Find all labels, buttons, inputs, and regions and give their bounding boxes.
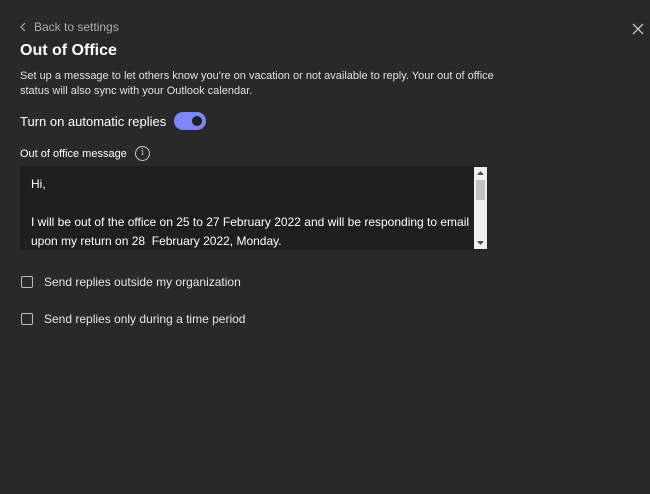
send-time-period-option[interactable]: Send replies only during a time period	[21, 312, 245, 326]
back-to-settings-label: Back to settings	[34, 20, 119, 34]
chevron-left-icon	[20, 22, 26, 32]
close-button[interactable]	[631, 22, 645, 36]
scroll-down-arrow-icon[interactable]	[474, 238, 487, 248]
automatic-replies-toggle[interactable]	[174, 112, 207, 130]
message-text[interactable]: Hi, I will be out of the office on 25 to…	[31, 175, 471, 251]
send-outside-org-label: Send replies outside my organization	[44, 275, 241, 289]
send-time-period-checkbox[interactable]	[21, 313, 33, 325]
back-to-settings-link[interactable]: Back to settings	[20, 20, 119, 34]
send-time-period-label: Send replies only during a time period	[44, 312, 246, 326]
message-label-row: Out of office message i	[20, 146, 150, 161]
page-description: Set up a message to let others know you'…	[20, 70, 494, 97]
message-label: Out of office message	[20, 147, 127, 160]
scroll-up-arrow-icon[interactable]	[474, 168, 487, 178]
automatic-replies-row: Turn on automatic replies	[20, 112, 207, 130]
send-outside-org-checkbox[interactable]	[21, 276, 33, 288]
automatic-replies-label: Turn on automatic replies	[20, 113, 167, 129]
scroll-thumb[interactable]	[476, 180, 485, 200]
send-outside-org-option[interactable]: Send replies outside my organization	[21, 275, 241, 289]
message-scrollbar[interactable]	[474, 167, 487, 249]
out-of-office-message-input[interactable]: Hi, I will be out of the office on 25 to…	[20, 166, 488, 250]
info-icon[interactable]: i	[134, 146, 150, 161]
page-title: Out of Office	[20, 42, 117, 59]
toggle-knob	[192, 116, 203, 126]
out-of-office-panel: Back to settings Out of Office Set up a …	[0, 0, 650, 494]
close-icon	[632, 23, 644, 35]
